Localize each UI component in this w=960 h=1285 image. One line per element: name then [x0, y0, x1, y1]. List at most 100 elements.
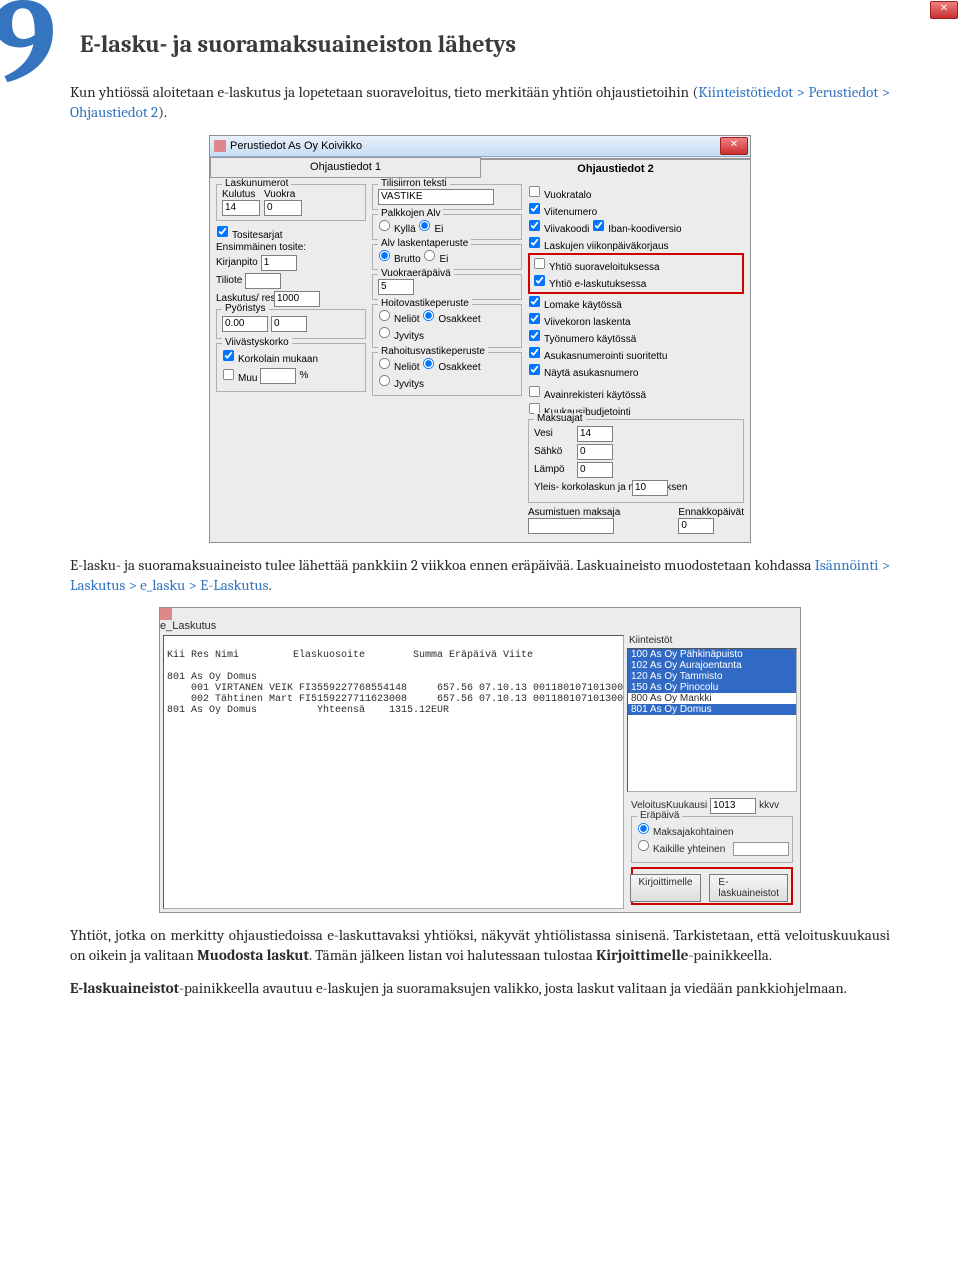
label-yhtio-elasku: Yhtiö e-laskutuksessa	[549, 279, 646, 290]
list-item[interactable]: 800 As Oy Mankki	[628, 693, 796, 704]
check-tyonumero[interactable]: Työnumero käytössä	[528, 329, 744, 345]
input-kirjanpito[interactable]	[261, 255, 297, 271]
label-neliot: Neliöt	[394, 314, 420, 325]
app-icon-2	[160, 608, 172, 620]
radio-alv-ei[interactable]: Ei	[423, 254, 448, 265]
label-sahko: Sähkö	[534, 446, 574, 457]
label-vesi: Vesi	[534, 428, 574, 439]
label-maksuajat: Maksuajat	[534, 413, 586, 424]
label-vuokra: Vuokra	[264, 189, 302, 200]
invoice-list[interactable]: Kii Res Nimi Elaskuosoite Summa Eräpäivä…	[163, 635, 624, 909]
check-lomake[interactable]: Lomake käytössä	[528, 295, 744, 311]
check-viivakoodi[interactable]: Viivakoodi Iban-koodiversio	[528, 219, 744, 235]
input-lampo[interactable]	[577, 462, 613, 478]
list-item[interactable]: 801 As Oy Domus	[628, 704, 796, 715]
radio-alv-brutto[interactable]: Brutto	[378, 254, 421, 265]
list-item[interactable]: 102 As Oy Aurajoentanta	[628, 660, 796, 671]
page-title: E-lasku- ja suoramaksuaineiston lähetys	[70, 30, 890, 58]
input-veloituskuukausi[interactable]	[710, 798, 756, 814]
list-item[interactable]: 100 As Oy Pähkinäpuisto	[628, 649, 796, 660]
label-erapaiva: Eräpäivä	[637, 810, 682, 821]
highlight-box-2: Kirjoittimelle E-laskuaineistot	[631, 867, 793, 905]
group-laskunumerot: Laskunumerot Kulutus Vuokra	[216, 184, 366, 221]
radio-rv-neliot[interactable]: Neliöt	[378, 362, 420, 373]
label-viivakoodi: Viivakoodi	[544, 224, 589, 235]
check-asukasnum[interactable]: Asukasnumerointi suoritettu	[528, 346, 744, 362]
paragraph-2: E-lasku- ja suoramaksuaineisto tulee läh…	[70, 555, 890, 596]
input-yleis[interactable]	[632, 480, 668, 496]
window-titlebar: Perustiedot As Oy Koivikko ✕	[210, 136, 750, 157]
input-pyoristys-1[interactable]	[222, 316, 268, 332]
check-nayta-asukas[interactable]: Näytä asukasnumero	[528, 363, 744, 379]
label-tiliote: Tiliote	[216, 275, 242, 286]
radio-palkkojen-ei[interactable]: Ei	[418, 224, 443, 235]
elaskutus-window: e_Laskutus ✕ Kii Res Nimi Elaskuosoite S…	[159, 607, 801, 913]
label-kkvv: kkvv	[759, 800, 779, 811]
close-icon-2[interactable]: ✕	[930, 1, 958, 19]
radio-kaikille[interactable]: Kaikille yhteinen	[637, 839, 787, 858]
elaskuaineistot-button[interactable]: E-laskuaineistot	[709, 874, 788, 902]
check-laskujen-vk[interactable]: Laskujen viikonpäiväkorjaus	[528, 236, 744, 252]
tab-ohjaustiedot-2[interactable]: Ohjaustiedot 2	[480, 158, 751, 178]
p4-bold: E-laskuaineistot	[70, 979, 179, 997]
input-pyoristys-2[interactable]	[271, 316, 307, 332]
check-yhtio-suora[interactable]: Yhtiö suoraveloituksessa	[533, 257, 739, 273]
input-ennakko[interactable]	[678, 518, 714, 534]
label-hoitovastike: Hoitovastikeperuste	[378, 298, 472, 309]
radio-maksajakohtainen[interactable]: Maksajakohtainen	[637, 822, 787, 838]
list-item[interactable]: 120 As Oy Tammisto	[628, 671, 796, 682]
radio-hv-jyvitys[interactable]: Jyvitys	[378, 326, 516, 342]
input-vesi[interactable]	[577, 426, 613, 442]
radio-rv-osakkeet[interactable]: Osakkeet	[422, 362, 480, 373]
check-yhtio-elasku[interactable]: Yhtiö e-laskutuksessa	[533, 274, 739, 290]
tab-ohjaustiedot-1[interactable]: Ohjaustiedot 1	[210, 157, 481, 177]
kirjoittimelle-button[interactable]: Kirjoittimelle	[630, 874, 702, 902]
label-vuokraera: Vuokraeräpäivä	[378, 268, 454, 279]
check-muu[interactable]: Muu	[222, 368, 257, 384]
list-item[interactable]: 150 As Oy Pinocolu	[628, 682, 796, 693]
input-tilisiirron[interactable]	[378, 189, 494, 205]
input-vuokraera[interactable]	[378, 279, 414, 295]
label-vuokratalo: Vuokratalo	[544, 190, 591, 201]
group-alv-laskentaperuste: Alv laskentaperuste Brutto Ei	[372, 244, 522, 270]
radio-hv-neliot[interactable]: Neliöt	[378, 314, 420, 325]
check-korkolain[interactable]: Korkolain mukaan	[222, 349, 360, 365]
label-iban: Iban-koodiversio	[608, 224, 681, 235]
label-laskujen-vk: Laskujen viikonpäiväkorjaus	[544, 241, 669, 252]
label-alvlask: Alv laskentaperuste	[378, 238, 471, 249]
input-tiliote[interactable]	[245, 273, 281, 289]
label-brutto: Brutto	[394, 254, 421, 265]
check-vuokratalo[interactable]: Vuokratalo	[528, 185, 744, 201]
label-ei-2: Ei	[439, 254, 448, 265]
input-laskutus-reskontra[interactable]	[274, 291, 320, 307]
group-vuokraerapaiva: Vuokraeräpäivä	[372, 274, 522, 300]
label-viivastyskorko: Viivästyskorko	[222, 337, 292, 348]
list-header: Kii Res Nimi Elaskuosoite Summa Eräpäivä…	[167, 650, 533, 661]
label-maksajakoht: Maksajakohtainen	[653, 827, 734, 838]
kiinteistot-list[interactable]: 100 As Oy Pähkinäpuisto 102 As Oy Aurajo…	[627, 648, 797, 792]
check-viivekoron[interactable]: Viivekoron laskenta	[528, 312, 744, 328]
check-viitenumero[interactable]: Viitenumero	[528, 202, 744, 218]
radio-rv-jyvitys[interactable]: Jyvitys	[378, 374, 516, 390]
radio-palkkojen-kylla[interactable]: Kyllä	[378, 224, 416, 235]
group-rahoitus: Rahoitusvastikeperuste Neliöt Osakkeet J…	[372, 352, 522, 396]
input-vuokra[interactable]	[264, 200, 302, 216]
input-sahko[interactable]	[577, 444, 613, 460]
window-title-2: e_Laskutus	[160, 620, 800, 632]
perustiedot-window: Perustiedot As Oy Koivikko ✕ Ohjaustiedo…	[209, 135, 751, 543]
label-pyoristys: Pyöristys	[222, 303, 269, 314]
group-erapaiva: Eräpäivä Maksajakohtainen Kaikille yhtei…	[631, 816, 793, 864]
close-icon[interactable]: ✕	[720, 137, 748, 155]
group-pyoristys: Pyöristys	[216, 309, 366, 339]
check-avain[interactable]: Avainrekisteri käytössä	[528, 385, 744, 401]
label-kirjanpito: Kirjanpito	[216, 257, 258, 268]
input-muu-pct[interactable]	[260, 368, 296, 384]
radio-hv-osakkeet[interactable]: Osakkeet	[422, 314, 480, 325]
window-title: Perustiedot As Oy Koivikko	[230, 140, 362, 152]
check-tositesarjat[interactable]: Tositesarjat	[216, 225, 366, 241]
input-kaikille-date[interactable]	[733, 842, 789, 856]
input-kulutus[interactable]	[222, 200, 260, 216]
window-titlebar-2: e_Laskutus ✕	[160, 608, 800, 632]
input-asumistuen[interactable]	[528, 518, 614, 534]
check-iban[interactable]	[593, 219, 604, 230]
